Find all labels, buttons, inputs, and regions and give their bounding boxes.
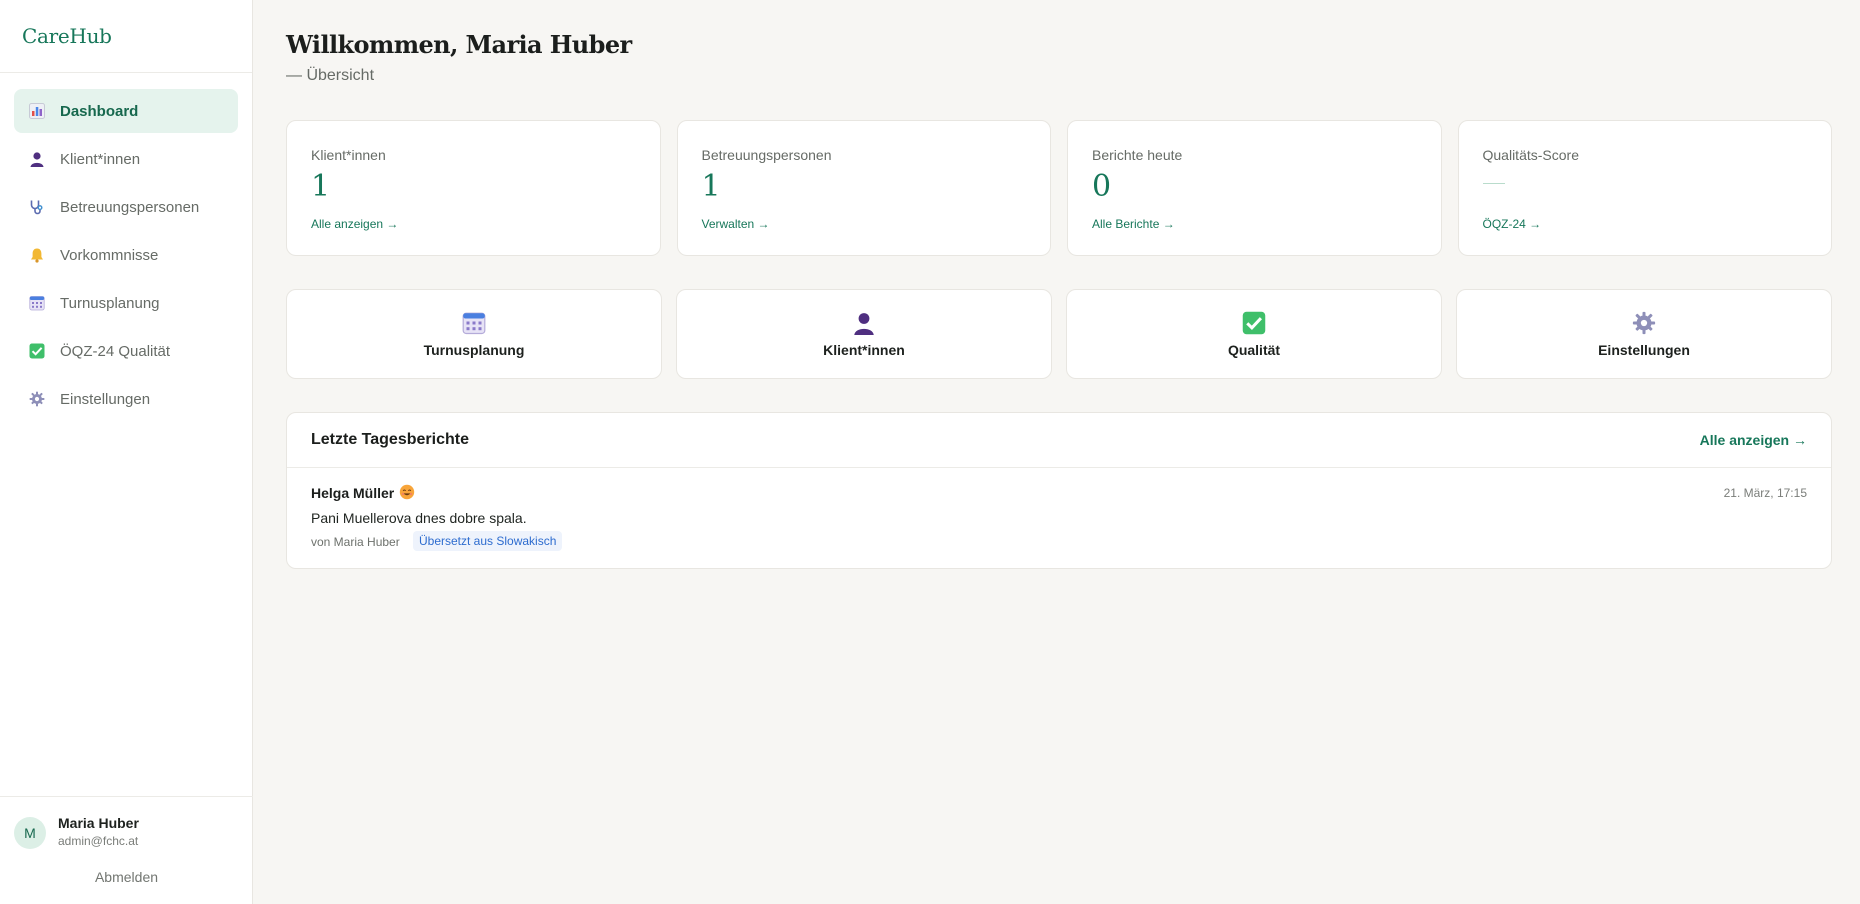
report-author: von Maria Huber bbox=[311, 535, 400, 549]
stat-label: Berichte heute bbox=[1092, 147, 1183, 163]
quick-links-row: Turnusplanung Klient*innen Qualität Eins… bbox=[286, 289, 1832, 379]
sidebar-item-label: Dashboard bbox=[60, 102, 139, 120]
report-text: Pani Muellerova dnes dobre spala. bbox=[311, 510, 527, 526]
quick-link-label: Einstellungen bbox=[1598, 342, 1690, 358]
sidebar-item-label: Vorkommnisse bbox=[60, 246, 159, 264]
report-item[interactable]: Helga Müller 21. März, 17:15 Pani Muelle… bbox=[287, 468, 1831, 568]
stat-label: Klient*innen bbox=[311, 147, 386, 163]
stat-value: 1 bbox=[311, 169, 331, 204]
stat-value: 1 bbox=[701, 169, 721, 204]
report-timestamp: 21. März, 17:15 bbox=[1723, 486, 1807, 500]
sidebar: CareHub Dashboard Klient*innen Betreuung… bbox=[0, 0, 253, 904]
sidebar-item-schedule[interactable]: Turnusplanung bbox=[14, 281, 238, 325]
sidebar-nav: Dashboard Klient*innen Betreuungspersone… bbox=[0, 73, 252, 421]
avatar[interactable]: M bbox=[14, 817, 46, 849]
page-subtitle: — Übersicht bbox=[286, 67, 375, 84]
quick-link-label: Qualität bbox=[1227, 342, 1281, 358]
reports-header: Letzte Tagesberichte Alle anzeigen → bbox=[287, 413, 1831, 468]
sidebar-item-label: Turnusplanung bbox=[60, 294, 160, 312]
sidebar-item-label: ÖQZ-24 Qualität bbox=[60, 342, 171, 360]
brand-logo[interactable]: CareHub bbox=[0, 0, 252, 73]
empty-value-dash bbox=[1482, 183, 1505, 202]
stat-card-quality-score: Qualitäts-Score ÖQZ-24 → bbox=[1457, 120, 1832, 256]
logout-button[interactable]: Abmelden bbox=[0, 869, 253, 885]
checkbox-icon bbox=[28, 342, 46, 360]
user-box: M Maria Huber admin@fchc.at Abmelden bbox=[0, 796, 253, 904]
calendar-icon bbox=[28, 294, 46, 312]
quick-link-label: Klient*innen bbox=[823, 342, 905, 358]
quick-link-clients[interactable]: Klient*innen bbox=[676, 289, 1052, 379]
bell-icon bbox=[28, 246, 46, 264]
stat-label: Qualitäts-Score bbox=[1482, 147, 1579, 163]
reports-view-all-link[interactable]: Alle anzeigen → bbox=[1700, 432, 1807, 448]
sidebar-item-settings[interactable]: Einstellungen bbox=[14, 377, 238, 421]
stat-value: 0 bbox=[1092, 169, 1112, 204]
smiling-face-icon bbox=[399, 484, 415, 500]
translation-badge: Übersetzt aus Slowakisch bbox=[413, 531, 563, 551]
user-email: admin@fchc.at bbox=[58, 834, 139, 848]
stethoscope-icon bbox=[28, 198, 46, 216]
stat-link-show-all-clients[interactable]: Alle anzeigen → bbox=[311, 217, 398, 231]
quick-link-schedule[interactable]: Turnusplanung bbox=[286, 289, 662, 379]
sidebar-item-label: Einstellungen bbox=[60, 390, 151, 408]
person-icon bbox=[28, 150, 46, 168]
sidebar-item-label: Betreuungspersonen bbox=[60, 198, 200, 216]
stat-link-all-reports[interactable]: Alle Berichte → bbox=[1092, 217, 1175, 231]
page-title: Willkommen, Maria Huber bbox=[286, 30, 632, 59]
person-icon bbox=[851, 310, 877, 336]
checkbox-icon bbox=[1241, 310, 1267, 336]
sidebar-item-quality[interactable]: ÖQZ-24 Qualität bbox=[14, 329, 238, 373]
sidebar-item-dashboard[interactable]: Dashboard bbox=[14, 89, 238, 133]
sidebar-item-caregivers[interactable]: Betreuungspersonen bbox=[14, 185, 238, 229]
stat-card-clients: Klient*innen 1 Alle anzeigen → bbox=[286, 120, 661, 256]
daily-reports-panel: Letzte Tagesberichte Alle anzeigen → Hel… bbox=[286, 412, 1832, 569]
stat-link-oeqz[interactable]: ÖQZ-24 → bbox=[1483, 217, 1542, 231]
stat-card-reports-today: Berichte heute 0 Alle Berichte → bbox=[1067, 120, 1442, 256]
gear-icon bbox=[28, 390, 46, 408]
quick-link-label: Turnusplanung bbox=[423, 342, 525, 358]
sidebar-item-clients[interactable]: Klient*innen bbox=[14, 137, 238, 181]
quick-link-settings[interactable]: Einstellungen bbox=[1456, 289, 1832, 379]
quick-link-quality[interactable]: Qualität bbox=[1066, 289, 1442, 379]
stat-card-caregivers: Betreuungspersonen 1 Verwalten → bbox=[676, 120, 1051, 256]
gear-icon bbox=[1631, 310, 1657, 336]
stats-row: Klient*innen 1 Alle anzeigen → Betreuung… bbox=[286, 120, 1832, 256]
user-name: Maria Huber bbox=[58, 815, 139, 831]
sidebar-item-incidents[interactable]: Vorkommnisse bbox=[14, 233, 238, 277]
stat-label: Betreuungspersonen bbox=[701, 147, 832, 163]
report-client-name: Helga Müller bbox=[311, 485, 395, 501]
calendar-icon bbox=[461, 310, 487, 336]
stat-link-manage-caregivers[interactable]: Verwalten → bbox=[702, 217, 770, 231]
sidebar-item-label: Klient*innen bbox=[60, 150, 141, 168]
bar-chart-icon bbox=[28, 102, 46, 120]
reports-title: Letzte Tagesberichte bbox=[311, 431, 469, 448]
